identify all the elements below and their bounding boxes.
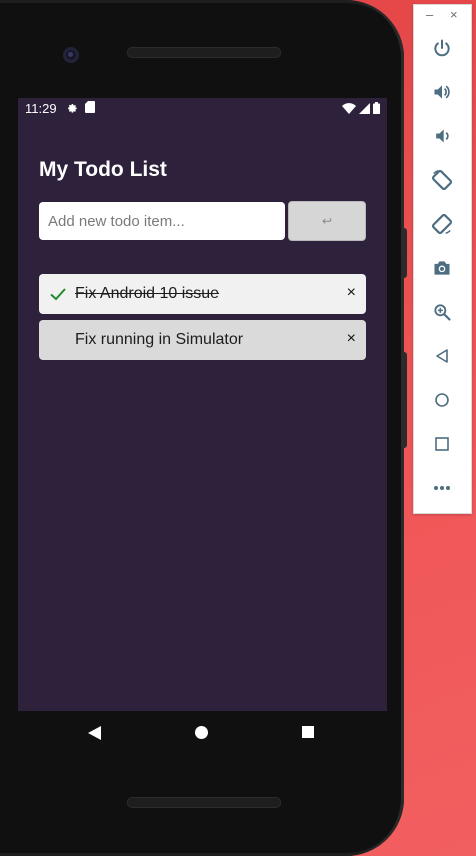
rotate-left-icon[interactable] xyxy=(430,168,454,192)
status-bar: 11:29 xyxy=(18,98,387,120)
todo-item-text: Fix Android 10 issue xyxy=(75,285,220,302)
todo-item-completed[interactable]: Fix Android 10 issue × xyxy=(39,274,366,314)
home-icon[interactable] xyxy=(430,388,454,412)
battery-icon xyxy=(373,102,380,114)
back-icon[interactable] xyxy=(430,344,454,368)
side-button-lower xyxy=(401,352,407,448)
emulator-control-panel: – × xyxy=(413,4,472,514)
power-icon[interactable] xyxy=(430,36,454,60)
remove-todo-button[interactable]: × xyxy=(347,330,356,348)
android-nav-bar xyxy=(0,711,404,753)
status-time: 11:29 xyxy=(25,101,57,116)
signal-icon xyxy=(359,102,370,114)
wifi-icon xyxy=(342,102,356,114)
settings-gear-icon xyxy=(68,104,77,113)
front-camera-icon xyxy=(63,47,79,63)
nav-overview-icon[interactable] xyxy=(302,726,314,738)
phone-frame: 11:29 My Todo List Add new todo item... … xyxy=(0,0,407,856)
new-todo-input[interactable] xyxy=(39,202,285,240)
nav-back-icon[interactable] xyxy=(88,726,101,740)
sd-card-icon xyxy=(85,101,95,113)
checkmark-icon xyxy=(50,288,66,301)
overview-icon[interactable] xyxy=(430,432,454,456)
page-title: My Todo List xyxy=(39,158,167,181)
top-speaker xyxy=(127,47,281,58)
device-screen: 11:29 My Todo List Add new todo item... … xyxy=(18,98,387,711)
side-button-upper xyxy=(401,228,407,278)
zoom-icon[interactable] xyxy=(430,300,454,324)
todo-item-open[interactable]: Fix running in Simulator × xyxy=(39,320,366,360)
volume-up-icon[interactable] xyxy=(430,80,454,104)
more-icon[interactable] xyxy=(430,476,454,500)
bottom-speaker xyxy=(127,797,281,808)
minimize-button[interactable]: – xyxy=(426,7,433,22)
volume-down-icon[interactable] xyxy=(430,124,454,148)
close-button[interactable]: × xyxy=(450,7,458,22)
rotate-right-icon[interactable] xyxy=(430,212,454,236)
todo-item-text: Fix running in Simulator xyxy=(75,331,244,348)
remove-todo-button[interactable]: × xyxy=(347,284,356,302)
add-todo-button[interactable]: ↩ xyxy=(288,201,366,241)
camera-icon[interactable] xyxy=(430,256,454,280)
nav-home-icon[interactable] xyxy=(195,726,208,739)
